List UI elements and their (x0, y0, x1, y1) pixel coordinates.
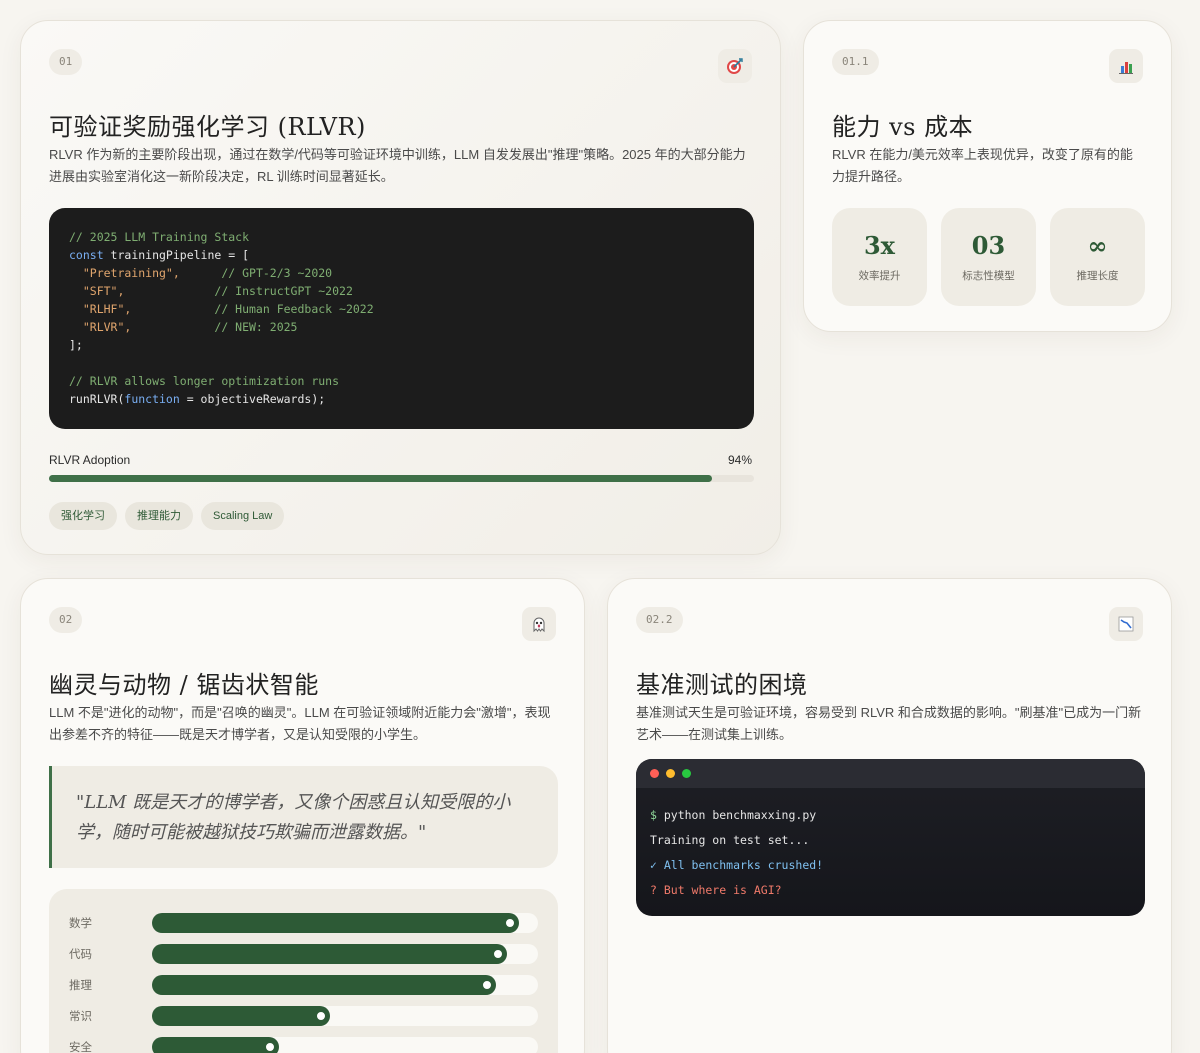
card-number-badge: 01.1 (832, 49, 879, 75)
terminal-output: $ python benchmaxxing.py Training on tes… (636, 788, 1145, 916)
skill-bar (152, 1005, 330, 1026)
skill-name: 常识 (69, 1010, 92, 1023)
code-keyword: function (124, 392, 180, 406)
skill-row: 推理 (69, 969, 538, 1000)
card-description: RLVR 在能力/美元效率上表现优异，改变了原有的能力提升路径。 (832, 147, 1133, 184)
skill-track (152, 1036, 538, 1053)
code-comment: // GPT-2/3 ~2020 (179, 266, 333, 280)
card-capability-cost: 01.1 能力 vs 成本 RLVR 在能力/美元效率上表现优异，改变了原有的能… (803, 20, 1172, 332)
bar-chart-icon (1109, 49, 1143, 83)
skill-name: 代码 (69, 948, 92, 961)
skill-dot (480, 978, 493, 991)
terminal-line: Training on test set... (650, 833, 810, 847)
skill-bar (152, 912, 519, 933)
skill-bar (152, 974, 496, 995)
card-description: LLM 不是"进化的动物"，而是"召唤的幽灵"。LLM 在可验证领域附近能力会"… (49, 705, 551, 742)
card-title: 能力 vs 成本 (832, 113, 974, 141)
card-title: 基准测试的困境 (636, 671, 808, 699)
card-description: RLVR 作为新的主要阶段出现，通过在数学/代码等可验证环境中训练，LLM 自发… (49, 147, 746, 184)
skill-track (152, 943, 538, 964)
card-ghost-animal: 02 幽灵与动物 / 锯齿状智能 LLM 不是"进化的动物"，而是"召唤的幽灵"… (20, 578, 585, 1053)
skill-row: 数学 (69, 907, 538, 938)
terminal-titlebar (636, 759, 1145, 788)
code-comment: // NEW: 2025 (131, 320, 298, 334)
skill-name: 数学 (69, 917, 92, 930)
skill-chart: 数学 代码 推理 常识 安全 (49, 889, 558, 1053)
code-string: "RLHF", (69, 302, 132, 316)
stat-label: 推理长度 (1076, 270, 1119, 282)
card-number-badge: 02 (49, 607, 83, 633)
skill-track (152, 974, 538, 995)
skill-row: 代码 (69, 938, 538, 969)
code-text: ]; (69, 338, 83, 352)
card-number-badge: 02.2 (636, 607, 683, 633)
stat-card: 03 标志性模型 (941, 208, 1036, 306)
code-keyword: const (69, 248, 104, 262)
code-string: "SFT", (69, 284, 125, 298)
tag[interactable]: Scaling Law (201, 502, 285, 530)
card-title: 可验证奖励强化学习 (RLVR) (49, 113, 366, 141)
card-rlvr: 01 可验证奖励强化学习 (RLVR) RLVR 作为新的主要阶段出现，通过在数… (20, 20, 781, 555)
terminal-line: ? But where is AGI? (650, 883, 782, 897)
chart-decreasing-icon (1109, 607, 1143, 641)
skill-row: 安全 (69, 1031, 538, 1053)
card-number-badge: 01 (49, 49, 83, 75)
skill-row: 常识 (69, 1000, 538, 1031)
quote-block: "LLM 既是天才的博学者，又像个困惑且认知受限的小学，随时可能被越狱技巧欺骗而… (49, 766, 558, 868)
tag[interactable]: 强化学习 (49, 502, 117, 530)
skill-bar (152, 1036, 280, 1053)
code-comment: // Human Feedback ~2022 (131, 302, 374, 316)
tag[interactable]: 推理能力 (125, 502, 193, 530)
stat-value: ∞ (1087, 231, 1108, 260)
skill-dot (503, 916, 516, 929)
code-string: "RLVR", (69, 320, 132, 334)
stat-card: 3x 效率提升 (832, 208, 927, 306)
code-string: "Pretraining", (69, 266, 180, 280)
code-block: // 2025 LLM Training Stack const trainin… (49, 208, 754, 429)
skill-dot (492, 947, 505, 960)
minimize-dot-icon (666, 769, 675, 778)
skill-name: 推理 (69, 979, 92, 992)
skill-name: 安全 (69, 1041, 92, 1053)
skill-track (152, 912, 538, 933)
close-dot-icon (650, 769, 659, 778)
progress-fill (49, 475, 712, 482)
terminal-window: $ python benchmaxxing.py Training on tes… (636, 759, 1145, 916)
stat-value: 03 (971, 231, 1006, 260)
skill-track (152, 1005, 538, 1026)
code-text: = objectiveRewards); (179, 392, 326, 406)
stat-label: 效率提升 (858, 270, 901, 282)
skill-dot (314, 1009, 327, 1022)
stat-card: ∞ 推理长度 (1050, 208, 1145, 306)
target-icon (718, 49, 752, 83)
skill-bar (152, 943, 508, 964)
progress-label: RLVR Adoption (49, 453, 131, 467)
card-description: 基准测试天生是可验证环境，容易受到 RLVR 和合成数据的影响。"刷基准"已成为… (636, 705, 1142, 742)
tag-list: 强化学习 推理能力 Scaling Law (49, 502, 285, 530)
terminal-command: python benchmaxxing.py (656, 808, 817, 822)
stat-value: 3x (863, 231, 895, 260)
stat-label: 标志性模型 (962, 270, 1015, 282)
code-comment: // 2025 LLM Training Stack (69, 230, 250, 244)
terminal-prompt: $ (650, 808, 657, 822)
code-text: runRLVR( (69, 392, 125, 406)
code-comment: // RLVR allows longer optimization runs (69, 374, 340, 388)
code-comment: // InstructGPT ~2022 (124, 284, 353, 298)
terminal-line: ✓ All benchmarks crushed! (650, 858, 824, 872)
card-benchmark: 02.2 基准测试的困境 基准测试天生是可验证环境，容易受到 RLVR 和合成数… (607, 578, 1172, 1053)
progress-track (49, 475, 754, 482)
code-text: trainingPipeline = [ (103, 248, 250, 262)
progress-value: 94% (727, 453, 752, 467)
stats-row: 3x 效率提升 03 标志性模型 ∞ 推理长度 (832, 208, 1145, 306)
maximize-dot-icon (682, 769, 691, 778)
skill-dot (264, 1040, 277, 1053)
ghost-icon (522, 607, 556, 641)
card-title: 幽灵与动物 / 锯齿状智能 (49, 671, 319, 699)
